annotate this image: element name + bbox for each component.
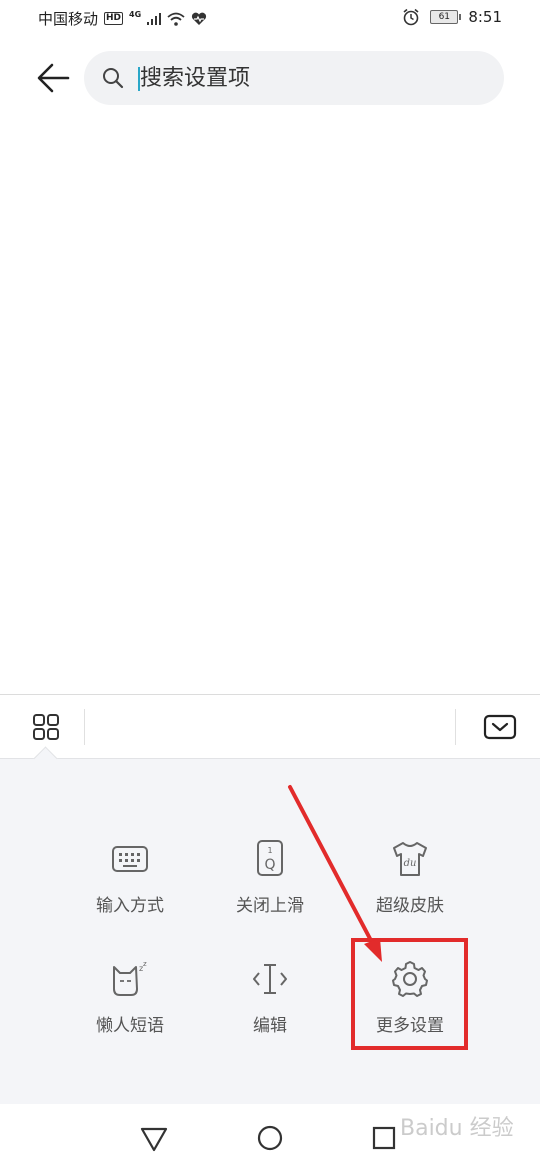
menu-item-label: 超级皮肤 (376, 896, 444, 916)
menu-item-input-method[interactable]: 输入方式 (60, 839, 200, 939)
nav-recents-square-icon[interactable] (368, 1122, 400, 1154)
search-icon (103, 68, 124, 89)
svg-text:1: 1 (267, 846, 272, 855)
nav-back-triangle-icon[interactable] (138, 1122, 170, 1154)
hd-badge: HD (104, 12, 124, 25)
menu-grid-button[interactable] (24, 705, 68, 749)
back-arrow-icon (37, 63, 70, 93)
keyboard-icon (112, 846, 148, 872)
signal-icon (147, 12, 162, 25)
status-right: 61 8:51 (402, 8, 502, 26)
search-input[interactable] (140, 51, 480, 105)
annotation-highlight-box (351, 938, 468, 1050)
menu-item-edit[interactable]: 编辑 (200, 959, 340, 1059)
toolbar-divider (84, 709, 85, 745)
svg-text:Q: Q (264, 857, 275, 873)
watermark: Baidu 经验 (400, 1116, 514, 1141)
status-bar: 中国移动 HD 4G 61 8:51 (0, 0, 540, 36)
network-type: 4G (129, 10, 142, 19)
svg-text:z: z (143, 960, 147, 968)
menu-item-close-swipe[interactable]: 1 Q 关闭上滑 (200, 839, 340, 939)
sleeping-cat-icon: z z (113, 960, 147, 996)
health-heart-icon (192, 12, 207, 25)
menu-item-label: 输入方式 (96, 896, 164, 916)
alarm-icon (403, 8, 419, 26)
collapse-keyboard-button[interactable] (480, 709, 520, 745)
menu-item-lazy-phrases[interactable]: z z 懒人短语 (60, 959, 200, 1059)
status-left: 中国移动 HD 4G (38, 8, 207, 29)
tshirt-skin-icon: du (393, 842, 427, 876)
keyboard-toolbar (0, 694, 540, 759)
back-button[interactable] (34, 58, 74, 98)
collapse-keyboard-icon (483, 714, 517, 740)
nav-home-circle-icon[interactable] (254, 1122, 286, 1154)
key-swipe-icon: 1 Q (257, 840, 283, 876)
text-cursor-icon (253, 964, 287, 994)
battery-icon: 61 (430, 10, 462, 24)
grid-icon (33, 714, 59, 740)
menu-item-label: 懒人短语 (96, 1016, 164, 1036)
carrier-name: 中国移动 (38, 10, 99, 28)
keyboard-menu-panel: 输入方式 1 Q 关闭上滑 du 超级皮肤 z z 懒人短语 编辑 更多设置 (0, 746, 540, 1105)
menu-item-label: 关闭上滑 (236, 896, 304, 916)
search-box[interactable] (84, 51, 504, 105)
svg-text:du: du (404, 858, 417, 869)
toolbar-divider (455, 709, 456, 745)
wifi-icon (167, 12, 185, 26)
clock: 8:51 (468, 8, 502, 26)
menu-item-super-skin[interactable]: du 超级皮肤 (340, 839, 480, 939)
menu-item-label: 编辑 (253, 1016, 287, 1036)
